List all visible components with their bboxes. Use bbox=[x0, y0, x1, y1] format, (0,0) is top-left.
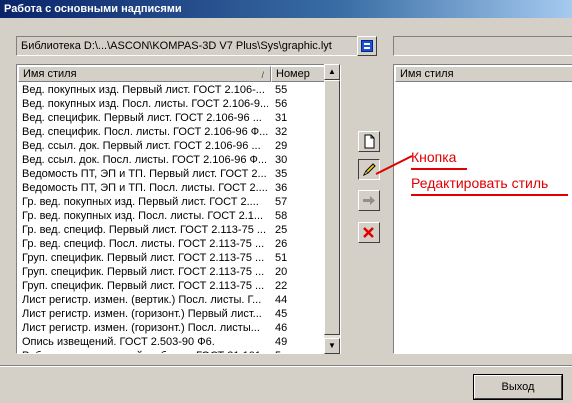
style-number-cell: 35 bbox=[275, 168, 288, 180]
library-select-button[interactable] bbox=[357, 36, 377, 56]
annotation-line1: Кнопка bbox=[411, 149, 457, 165]
column-header-right-style-name-label: Имя стиля bbox=[400, 68, 454, 80]
style-number-cell: 31 bbox=[275, 112, 288, 124]
table-row[interactable]: Лист регистр. измен. (горизонт.) Посл. л… bbox=[18, 321, 338, 335]
style-name-cell: Вед. ссыл. док. Первый лист. ГОСТ 2.106-… bbox=[22, 140, 261, 152]
table-row[interactable]: Лист регистр. измен. (вертик.) Посл. лис… bbox=[18, 293, 338, 307]
column-header-style-name[interactable]: Имя стиля / bbox=[18, 66, 271, 82]
style-list[interactable]: Имя стиля / Номер Вед. покупных изд. Пер… bbox=[16, 64, 341, 354]
table-row[interactable]: Вед. покупных изд. Первый лист. ГОСТ 2.1… bbox=[18, 83, 338, 97]
style-number-cell: 58 bbox=[275, 210, 288, 222]
table-row[interactable]: Груп. специфик. Первый лист. ГОСТ 2.113-… bbox=[18, 265, 338, 279]
window-titlebar[interactable]: Работа с основными надписями bbox=[0, 0, 572, 18]
style-name-cell: Вед. специфик. Посл. листы. ГОСТ 2.106-9… bbox=[22, 126, 268, 138]
style-number-cell: 22 bbox=[275, 280, 288, 292]
table-row[interactable]: Лист регистр. измен. (горизонт.) Первый … bbox=[18, 307, 338, 321]
style-name-cell: Рабоч. каталог деталей и сборки. ГОСТ 21… bbox=[22, 349, 268, 353]
table-row[interactable]: Гр. вед. специф. Посл. листы. ГОСТ 2.113… bbox=[18, 237, 338, 251]
style-name-cell: Вед. покупных изд. Посл. листы. ГОСТ 2.1… bbox=[22, 98, 268, 110]
style-number-cell: 26 bbox=[275, 238, 288, 250]
style-list-scrollbar[interactable]: ▲ ▼ bbox=[324, 64, 340, 354]
style-name-cell: Вед. специфик. Первый лист. ГОСТ 2.106-9… bbox=[22, 112, 262, 124]
style-number-cell: 30 bbox=[275, 154, 288, 166]
library-path-field: Библиотека D:\...\ASCON\KOMPAS-3D V7 Plu… bbox=[16, 36, 364, 56]
scroll-up-button[interactable]: ▲ bbox=[324, 64, 340, 80]
table-row[interactable]: Груп. специфик. Первый лист. ГОСТ 2.113-… bbox=[18, 251, 338, 265]
table-row[interactable]: Вед. специфик. Первый лист. ГОСТ 2.106-9… bbox=[18, 111, 338, 125]
table-row[interactable]: Ведомость ПТ, ЭП и ТП. Первый лист. ГОСТ… bbox=[18, 167, 338, 181]
style-name-cell: Ведомость ПТ, ЭП и ТП. Первый лист. ГОСТ… bbox=[22, 168, 267, 180]
delete-style-button[interactable] bbox=[358, 222, 380, 243]
exit-button[interactable]: Выход bbox=[473, 374, 563, 400]
style-rows: Вед. покупных изд. Первый лист. ГОСТ 2.1… bbox=[18, 83, 338, 353]
style-number-cell: 32 bbox=[275, 126, 288, 138]
annotation-underline2 bbox=[411, 194, 568, 196]
style-number-cell: 56 bbox=[275, 98, 288, 110]
style-number-cell: 49 bbox=[275, 336, 288, 348]
style-name-cell: Гр. вед. покупных изд. Первый лист. ГОСТ… bbox=[22, 196, 259, 208]
style-name-cell: Гр. вед. специф. Первый лист. ГОСТ 2.113… bbox=[22, 224, 267, 236]
table-row[interactable]: Вед. покупных изд. Посл. листы. ГОСТ 2.1… bbox=[18, 97, 338, 111]
copy-style-button[interactable] bbox=[358, 190, 380, 211]
column-header-style-name-label: Имя стиля bbox=[23, 68, 77, 80]
footer-separator bbox=[0, 365, 572, 367]
style-number-cell: 44 bbox=[275, 294, 288, 306]
style-name-cell: Груп. специфик. Первый лист. ГОСТ 2.113-… bbox=[22, 280, 265, 292]
sort-indicator-icon: / bbox=[261, 70, 264, 80]
new-style-button[interactable] bbox=[358, 131, 380, 152]
style-name-cell: Гр. вед. покупных изд. Посл. листы. ГОСТ… bbox=[22, 210, 264, 222]
scroll-down-button[interactable]: ▼ bbox=[324, 338, 340, 354]
library-icon bbox=[361, 40, 373, 52]
style-name-cell: Груп. специфик. Первый лист. ГОСТ 2.113-… bbox=[22, 266, 265, 278]
column-header-number-label: Номер bbox=[276, 68, 310, 80]
style-name-cell: Гр. вед. специф. Посл. листы. ГОСТ 2.113… bbox=[22, 238, 265, 250]
new-document-icon bbox=[364, 134, 375, 149]
style-number-cell: 20 bbox=[275, 266, 288, 278]
annotation-arrow bbox=[375, 155, 413, 175]
table-row[interactable]: Гр. вед. специф. Первый лист. ГОСТ 2.113… bbox=[18, 223, 338, 237]
style-number-cell: 36 bbox=[275, 182, 288, 194]
document-style-list[interactable]: Имя стиля bbox=[393, 64, 572, 354]
table-row[interactable]: Гр. вед. покупных изд. Посл. листы. ГОСТ… bbox=[18, 209, 338, 223]
style-name-cell: Вед. ссыл. док. Посл. листы. ГОСТ 2.106-… bbox=[22, 154, 268, 166]
style-name-cell: Опись извещений. ГОСТ 2.503-90 Ф6. bbox=[22, 336, 215, 348]
style-name-cell: Груп. специфик. Первый лист. ГОСТ 2.113-… bbox=[22, 252, 265, 264]
table-row[interactable]: Вед. ссыл. док. Посл. листы. ГОСТ 2.106-… bbox=[18, 153, 338, 167]
table-row[interactable]: Груп. специфик. Первый лист. ГОСТ 2.113-… bbox=[18, 279, 338, 293]
table-row[interactable]: Ведомость ПТ, ЭП и ТП. Посл. листы. ГОСТ… bbox=[18, 181, 338, 195]
column-header-right-style-name[interactable]: Имя стиля bbox=[395, 66, 572, 82]
style-number-cell: 51 bbox=[275, 252, 288, 264]
style-name-cell: Лист регистр. измен. (горизонт.) Первый … bbox=[22, 308, 262, 320]
arrow-right-icon bbox=[363, 196, 375, 205]
right-library-field bbox=[393, 36, 572, 56]
table-row[interactable]: Гр. вед. покупных изд. Первый лист. ГОСТ… bbox=[18, 195, 338, 209]
style-name-cell: Вед. покупных изд. Первый лист. ГОСТ 2.1… bbox=[22, 84, 265, 96]
table-row[interactable]: Опись извещений. ГОСТ 2.503-90 Ф6. 49 bbox=[18, 335, 338, 349]
red-x-icon bbox=[363, 227, 374, 238]
style-number-cell: 57 bbox=[275, 196, 288, 208]
table-row[interactable]: Вед. ссыл. док. Первый лист. ГОСТ 2.106-… bbox=[18, 139, 338, 153]
table-row[interactable]: Рабоч. каталог деталей и сборки. ГОСТ 21… bbox=[18, 349, 338, 353]
scroll-thumb[interactable] bbox=[324, 80, 340, 335]
table-row[interactable]: Вед. специфик. Посл. листы. ГОСТ 2.106-9… bbox=[18, 125, 338, 139]
annotation-line2: Редактировать стиль bbox=[411, 175, 549, 191]
style-number-cell: 45 bbox=[275, 308, 288, 320]
style-name-cell: Ведомость ПТ, ЭП и ТП. Посл. листы. ГОСТ… bbox=[22, 182, 268, 194]
annotation-underline1 bbox=[411, 168, 467, 170]
style-number-cell: 25 bbox=[275, 224, 288, 236]
style-number-cell: 29 bbox=[275, 140, 288, 152]
style-number-cell: 55 bbox=[275, 84, 288, 96]
style-number-cell: 5 bbox=[275, 349, 281, 353]
style-number-cell: 46 bbox=[275, 322, 288, 334]
style-name-cell: Лист регистр. измен. (горизонт.) Посл. л… bbox=[22, 322, 260, 334]
window-title: Работа с основными надписями bbox=[4, 3, 182, 15]
style-name-cell: Лист регистр. измен. (вертик.) Посл. лис… bbox=[22, 294, 262, 306]
